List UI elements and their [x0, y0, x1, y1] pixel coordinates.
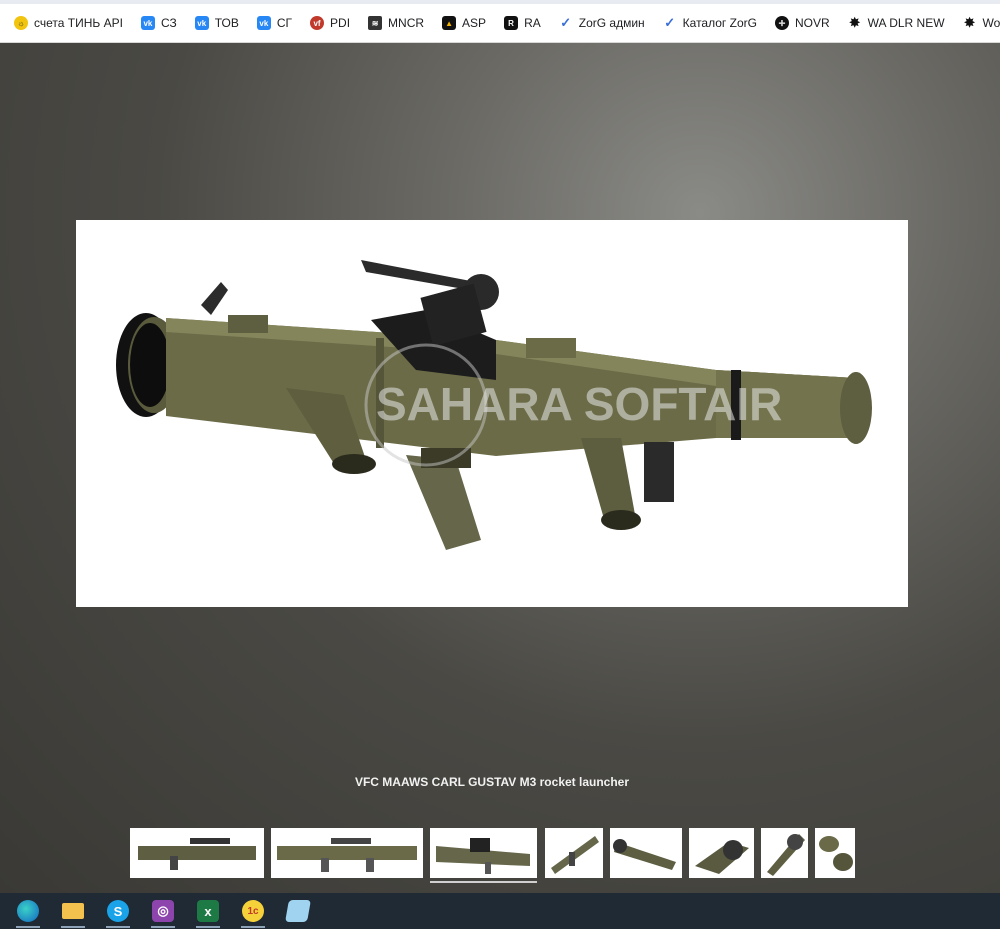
bookmark-zorg-admin[interactable]: ✓ ZorG админ — [559, 15, 644, 30]
launcher-thumb-icon — [819, 836, 853, 871]
launcher-support-end — [601, 510, 641, 530]
photos-icon: ◎ — [152, 900, 174, 922]
bookmark-sz[interactable]: vk СЗ — [140, 16, 177, 30]
thumbnail-5[interactable] — [610, 828, 682, 878]
taskbar-photos[interactable]: ◎ — [145, 893, 181, 929]
launcher-thumb-icon — [436, 838, 530, 874]
vk-icon: vk — [194, 16, 209, 30]
thumbnail-7[interactable] — [761, 828, 808, 878]
skype-icon: S — [107, 900, 129, 922]
launcher-rear-bore — [130, 323, 170, 407]
watermark-text: SAHARA SOFTAIR — [376, 378, 782, 430]
wa-icon: ✸ — [964, 15, 975, 30]
thumbnail-strip — [0, 828, 1000, 888]
launcher-thumb-icon — [613, 839, 676, 870]
mncr-icon: ≋ — [368, 16, 383, 30]
image-viewer: SAHARA SOFTAIR VFC MAAWS CARL GUSTAV M3 … — [0, 43, 1000, 893]
vk-icon: vk — [256, 16, 271, 30]
bookmark-zorg-catalog[interactable]: ✓ Каталог ZorG — [663, 15, 757, 30]
asp-icon: ▲ — [442, 16, 457, 30]
taskbar-skype[interactable]: S — [100, 893, 136, 929]
vfc-icon: vf — [310, 16, 325, 30]
thumbnail-3[interactable] — [430, 828, 537, 878]
launcher-sight-bracket — [228, 315, 268, 333]
launcher-thumb-icon — [767, 834, 805, 876]
launcher-muzzle — [840, 372, 872, 444]
active-thumbnail-indicator — [430, 881, 537, 883]
taskbar-edge[interactable] — [10, 893, 46, 929]
launcher-side-plate — [644, 442, 674, 502]
tin-icon: ☼ — [14, 16, 28, 30]
taskbar-1c[interactable]: 1c — [235, 893, 271, 929]
bookmark-ra[interactable]: R RA — [504, 16, 541, 30]
wa-icon: ✸ — [849, 15, 861, 30]
thumbnail-8[interactable] — [815, 828, 855, 878]
notepad-icon — [285, 900, 311, 922]
bookmark-asp[interactable]: ▲ ASP — [442, 16, 486, 30]
1c-icon: 1c — [242, 900, 264, 922]
bookmark-novr[interactable]: ✛ NOVR — [774, 16, 830, 30]
image-caption: VFC MAAWS CARL GUSTAV M3 rocket launcher — [354, 775, 630, 789]
launcher-rear-sight — [201, 282, 228, 315]
bookmark-tinkoff[interactable]: ☼ счета ТИНЬ API — [14, 16, 123, 30]
file-explorer-icon — [62, 903, 84, 919]
ra-icon: R — [504, 16, 519, 30]
rocket-launcher-illustration: SAHARA SOFTAIR — [116, 260, 872, 550]
bookmark-sg[interactable]: vk СГ — [256, 16, 292, 30]
windows-taskbar: S ◎ x 1c — [0, 893, 1000, 929]
launcher-pistol-grip — [406, 455, 481, 550]
bookmark-mncr[interactable]: ≋ MNCR — [368, 16, 424, 30]
launcher-thumb-icon — [277, 838, 417, 872]
excel-icon: x — [197, 900, 219, 922]
bookmark-wa-dlr[interactable]: ✸ WA DLR NEW — [848, 15, 944, 30]
novr-icon: ✛ — [774, 16, 789, 30]
launcher-thumb-icon — [138, 838, 256, 870]
launcher-thumb-icon — [551, 836, 599, 874]
bookmark-tov[interactable]: vk ТОВ — [194, 16, 239, 30]
launcher-front-sight — [526, 338, 576, 358]
thumbnail-4[interactable] — [545, 828, 603, 878]
bookmark-wolverine[interactable]: ✸Wolverine Air — [963, 15, 1000, 30]
taskbar-excel[interactable]: x — [190, 893, 226, 929]
bookmark-pdi[interactable]: vf PDI — [310, 16, 350, 30]
launcher-handle-bottom — [332, 454, 376, 474]
launcher-thumb-icon — [695, 840, 749, 874]
main-product-image[interactable]: SAHARA SOFTAIR — [76, 220, 908, 607]
bookmarks-bar: ☼ счета ТИНЬ API vk СЗ vk ТОВ vk СГ vf PDI ≋ M… — [0, 4, 1000, 43]
vk-icon: vk — [140, 16, 155, 30]
thumbnail-2[interactable] — [271, 828, 423, 878]
taskbar-notepad[interactable] — [280, 893, 316, 929]
thumbnail-6[interactable] — [689, 828, 754, 878]
thumbnail-1[interactable] — [130, 828, 264, 878]
zorg-icon: ✓ — [560, 15, 572, 30]
taskbar-file-explorer[interactable] — [55, 893, 91, 929]
edge-icon — [17, 900, 39, 922]
zorg-icon: ✓ — [664, 15, 676, 30]
